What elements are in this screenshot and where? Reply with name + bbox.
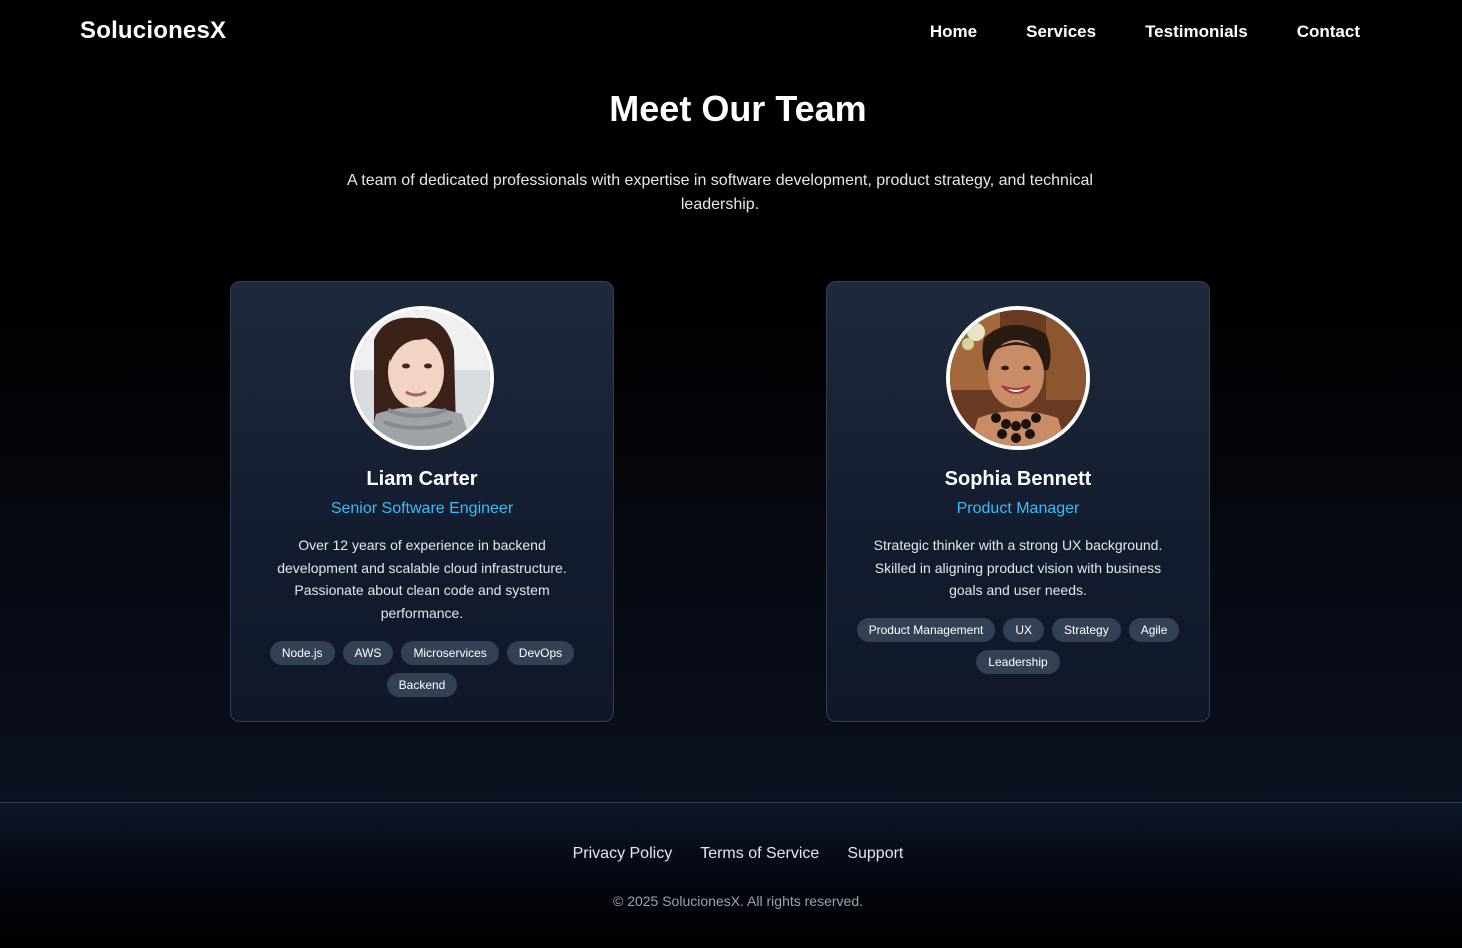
skill-tag: UX <box>1003 618 1044 642</box>
member-role: Product Manager <box>956 500 1080 517</box>
skill-tag: Node.js <box>269 641 335 665</box>
site-footer <box>0 803 1462 948</box>
skill-tag: Agile <box>1128 618 1180 642</box>
skill-tags: Node.js AWS Microservices DevOps Backend <box>251 641 593 705</box>
skill-tag: Backend <box>386 673 458 697</box>
member-role: Senior Software Engineer <box>330 500 514 517</box>
main-nav: Home Services Testimonials Contact <box>930 22 1360 42</box>
nav-testimonials-link[interactable]: Testimonials <box>1145 22 1248 42</box>
member-name: Liam Carter <box>366 468 478 490</box>
privacy-policy-link[interactable]: Privacy Policy <box>573 845 673 862</box>
nav-contact-link[interactable]: Contact <box>1297 22 1360 42</box>
nav-services-link[interactable]: Services <box>1026 22 1096 42</box>
avatar-photo <box>350 306 494 450</box>
member-bio: Strategic thinker with a strong UX backg… <box>873 537 1163 599</box>
team-card-liam-carter: Liam Carter Senior Software Engineer Ove… <box>230 281 614 722</box>
skill-tag: Microservices <box>401 641 499 665</box>
footer-links: Privacy Policy Terms of Service Support <box>0 845 1462 863</box>
portrait-photo-icon <box>950 310 1086 446</box>
terms-of-service-link[interactable]: Terms of Service <box>700 845 819 862</box>
skill-tag: Product Management <box>856 618 996 642</box>
skill-tag: Strategy <box>1052 618 1121 642</box>
nav-home-link[interactable]: Home <box>930 22 977 42</box>
page-title: Meet Our Team <box>609 88 867 129</box>
brand-logo[interactable]: SolucionesX <box>80 17 226 45</box>
skill-tag: DevOps <box>506 641 575 665</box>
site-header: SolucionesX Home Services Testimonials C… <box>0 0 1462 64</box>
portrait-photo-icon <box>354 310 490 446</box>
skill-tag: Leadership <box>976 650 1060 674</box>
team-card-sophia-bennett: Sophia Bennett Product Manager Strategic… <box>826 281 1210 722</box>
copyright-text: © 2025 SolucionesX. All rights reserved. <box>612 893 863 909</box>
skill-tags: Product Management UX Strategy Agile Lea… <box>847 618 1189 682</box>
member-bio: Over 12 years of experience in backend d… <box>277 537 567 622</box>
skill-tag: AWS <box>342 641 394 665</box>
member-name: Sophia Bennett <box>944 468 1092 490</box>
support-link[interactable]: Support <box>847 845 903 862</box>
page-subtitle: A team of dedicated professionals with e… <box>347 172 1093 213</box>
avatar-photo <box>946 306 1090 450</box>
